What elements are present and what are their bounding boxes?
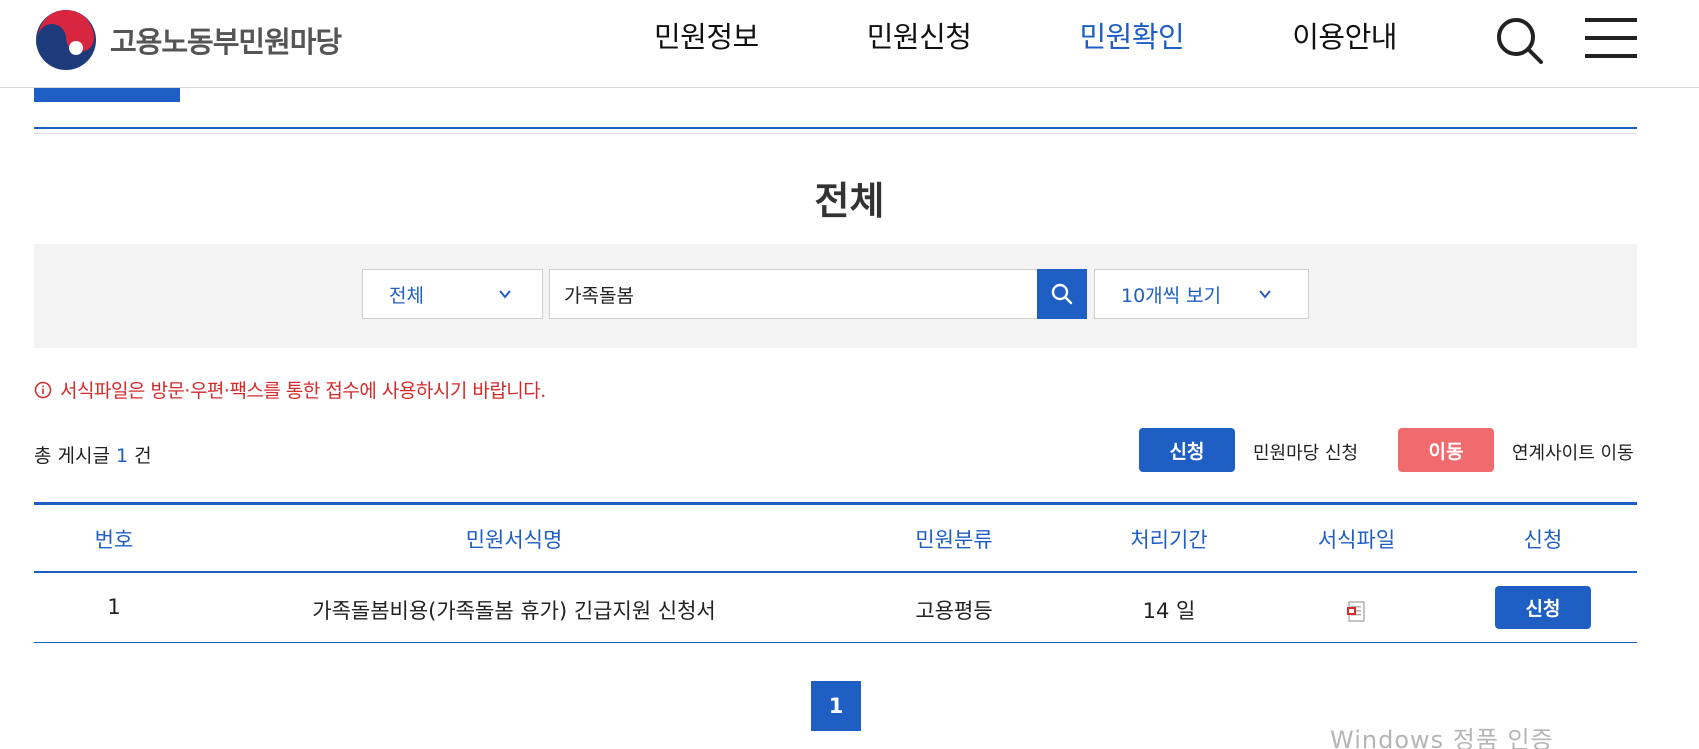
per-page-value: 10개씩 보기 xyxy=(1121,284,1222,307)
table-bottom-border xyxy=(34,642,1637,643)
logo-text: 고용노동부민원마당 xyxy=(110,25,342,59)
table-header-border xyxy=(34,571,1637,573)
info-icon xyxy=(34,381,52,398)
row-period: 14 일 xyxy=(1142,599,1196,623)
table-top-border xyxy=(34,502,1637,505)
taegeuk-logo-icon xyxy=(36,10,96,70)
os-activation-watermark: Windows 정품 인증 xyxy=(1330,726,1554,749)
section-divider xyxy=(34,127,1637,129)
site-logo[interactable]: 고용노동부민원마당 xyxy=(34,8,342,72)
search-icon xyxy=(1051,283,1073,305)
chevron-down-icon xyxy=(1259,290,1271,299)
column-header-period: 처리기간 xyxy=(1130,528,1208,552)
chevron-down-icon xyxy=(499,290,511,299)
nav-item-check[interactable]: 민원확인 xyxy=(1079,14,1184,56)
hamburger-menu-icon[interactable] xyxy=(1585,16,1637,60)
main-nav: 민원정보 민원신청 민원확인 이용안내 xyxy=(654,14,1505,56)
site-header: 고용노동부민원마당 민원정보 민원신청 민원확인 이용안내 xyxy=(0,0,1699,88)
legend-move-badge: 이동 xyxy=(1398,428,1494,472)
active-tab-indicator xyxy=(34,88,180,102)
section-divider-sub xyxy=(34,133,1637,134)
total-number: 1 xyxy=(115,445,129,467)
row-number: 1 xyxy=(107,595,121,619)
column-header-apply: 신청 xyxy=(1523,528,1563,552)
page-title: 전체 xyxy=(814,179,885,223)
category-select[interactable]: 전체 xyxy=(362,269,543,319)
pdf-file-icon[interactable] xyxy=(1346,601,1366,623)
search-input[interactable] xyxy=(549,269,1037,319)
category-select-value: 전체 xyxy=(389,284,424,307)
column-header-number: 번호 xyxy=(94,528,134,552)
row-category: 고용평등 xyxy=(915,599,993,623)
row-apply-button[interactable]: 신청 xyxy=(1495,586,1591,629)
column-header-file: 서식파일 xyxy=(1317,528,1396,552)
form-notice: 서식파일은 방문·우편·팩스를 통한 접수에 사용하시기 바랍니다. xyxy=(34,376,546,403)
total-prefix: 총 게시글 xyxy=(34,445,110,467)
total-suffix: 건 xyxy=(134,445,152,467)
nav-item-guide[interactable]: 이용안내 xyxy=(1292,14,1397,56)
legend-move-label: 연계사이트 이동 xyxy=(1512,443,1634,464)
legend-apply-badge: 신청 xyxy=(1139,428,1235,472)
search-icon[interactable] xyxy=(1495,16,1545,66)
nav-item-info[interactable]: 민원정보 xyxy=(654,14,759,56)
pagination-current-page[interactable]: 1 xyxy=(811,681,861,731)
notice-text: 서식파일은 방문·우편·팩스를 통한 접수에 사용하시기 바랍니다. xyxy=(60,380,546,402)
legend-apply-label: 민원마당 신청 xyxy=(1253,443,1359,464)
row-form-name[interactable]: 가족돌봄비용(가족돌봄 휴가) 긴급지원 신청서 xyxy=(194,595,834,625)
search-submit-button[interactable] xyxy=(1037,269,1087,319)
column-header-category: 민원분류 xyxy=(915,528,993,552)
per-page-select[interactable]: 10개씩 보기 xyxy=(1094,269,1309,319)
nav-item-apply[interactable]: 민원신청 xyxy=(867,14,972,56)
total-count: 총 게시글 1 건 xyxy=(34,441,152,468)
column-header-form-name: 민원서식명 xyxy=(465,528,563,552)
